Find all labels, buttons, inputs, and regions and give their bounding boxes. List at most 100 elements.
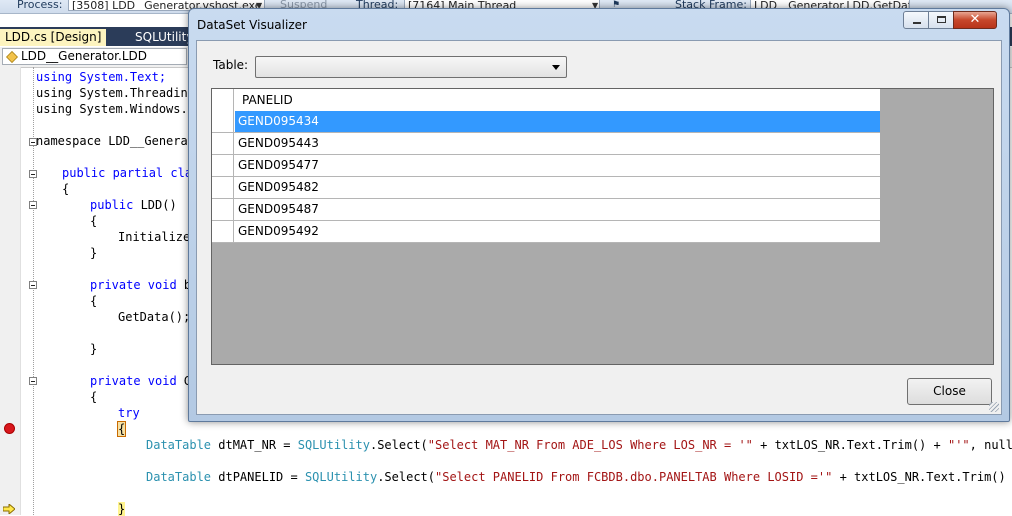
code-token: private void bbox=[90, 374, 177, 388]
code-line: } bbox=[90, 342, 97, 356]
code-line: namespace LDD__Generat bbox=[36, 134, 195, 148]
breakpoint-icon[interactable] bbox=[4, 423, 15, 434]
code-token: DataTable bbox=[146, 438, 212, 452]
code-line: DataTable dtMAT_NR = SQLUtility.Select("… bbox=[146, 438, 1012, 452]
class-icon bbox=[6, 51, 18, 63]
table-cell[interactable]: GEND095434 bbox=[235, 111, 880, 132]
code-token: } bbox=[118, 502, 126, 516]
table-select[interactable] bbox=[255, 56, 567, 78]
outline-guide bbox=[33, 67, 34, 515]
tab-ldd-design[interactable]: LDD.cs [Design] bbox=[0, 29, 107, 46]
code-token: { bbox=[90, 214, 98, 228]
resize-grip-icon[interactable] bbox=[989, 402, 999, 412]
table-cell[interactable]: GEND095492 bbox=[235, 221, 880, 242]
table-cell[interactable]: GEND095443 bbox=[235, 133, 880, 154]
grid-corner-cell[interactable] bbox=[212, 89, 234, 111]
code-line: try bbox=[118, 406, 140, 420]
row-header[interactable] bbox=[212, 177, 234, 198]
collapse-icon[interactable] bbox=[29, 201, 37, 209]
row-header[interactable] bbox=[212, 111, 234, 132]
table-row[interactable]: GEND095482 bbox=[212, 177, 880, 199]
table-row[interactable]: GEND095487 bbox=[212, 199, 880, 221]
code-line: private void G bbox=[90, 374, 191, 388]
code-line: DataTable dtPANELID = SQLUtility.Select(… bbox=[146, 470, 1012, 484]
grid-header-row: PANELID bbox=[212, 89, 880, 112]
code-line: { bbox=[90, 214, 97, 228]
code-token: GetData(); bbox=[118, 310, 191, 324]
code-line: using System.Windows.F bbox=[36, 102, 195, 116]
code-line: using System.Text; bbox=[36, 70, 166, 84]
column-header-panelid[interactable]: PANELID bbox=[235, 89, 880, 111]
code-token: LDD() bbox=[133, 198, 177, 212]
table-row[interactable]: GEND095443 bbox=[212, 133, 880, 155]
code-line: public partial cla bbox=[62, 166, 192, 180]
table-row[interactable]: GEND095477 bbox=[212, 155, 880, 177]
code-token: Initialize bbox=[118, 230, 191, 244]
close-icon: ✕ bbox=[969, 12, 981, 27]
code-token: dtPANELID = bbox=[211, 470, 305, 484]
row-header[interactable] bbox=[212, 199, 234, 220]
current-statement-arrow-icon bbox=[3, 504, 15, 514]
code-token: dtMAT_NR = bbox=[211, 438, 298, 452]
code-token: using System.Text; bbox=[36, 70, 167, 84]
code-line: public LDD() bbox=[90, 198, 177, 212]
minimize-button[interactable] bbox=[903, 11, 929, 29]
row-header[interactable] bbox=[212, 155, 234, 176]
dialog-client-area: Table: PANELID GEND095434 GEND095443 GEN… bbox=[196, 40, 1002, 415]
code-token: SQLUtility bbox=[304, 470, 378, 484]
breakpoint-margin[interactable] bbox=[0, 67, 21, 515]
code-token: { bbox=[62, 182, 70, 196]
row-header[interactable] bbox=[212, 133, 234, 154]
code-token: "Select MAT_NR From ADE_LOS Where LOS_NR… bbox=[427, 438, 753, 452]
code-token: + txtLOS_NR.Text.Trim() + bbox=[832, 470, 1012, 484]
code-token: public partial cla bbox=[62, 166, 193, 180]
class-combo-value: LDD__Generator.LDD bbox=[21, 49, 147, 63]
code-token: SQLUtility bbox=[297, 438, 370, 452]
close-button[interactable]: Close bbox=[907, 378, 992, 405]
code-token: { bbox=[90, 390, 98, 404]
code-line: GetData(); bbox=[118, 310, 190, 324]
table-cell[interactable]: GEND095487 bbox=[235, 199, 880, 220]
code-token: { bbox=[90, 294, 98, 308]
code-line: { bbox=[90, 390, 97, 404]
data-grid[interactable]: PANELID GEND095434 GEND095443 GEND095477… bbox=[211, 88, 994, 365]
code-token: "'" bbox=[947, 438, 970, 452]
table-row[interactable]: GEND095434 bbox=[212, 111, 880, 133]
code-token: .Select( bbox=[369, 438, 428, 452]
class-combo[interactable]: LDD__Generator.LDD bbox=[2, 48, 187, 65]
table-label: Table: bbox=[213, 58, 249, 72]
code-token: , null); bbox=[969, 438, 1012, 452]
code-token: using System.Threading bbox=[36, 86, 195, 100]
code-line: using System.Threading bbox=[36, 86, 195, 100]
minimize-icon bbox=[913, 22, 921, 24]
code-line: { bbox=[90, 294, 97, 308]
collapse-icon[interactable] bbox=[29, 377, 37, 385]
code-line: { bbox=[62, 182, 69, 196]
code-line: } bbox=[118, 502, 126, 516]
code-token: public bbox=[90, 198, 134, 212]
code-token: + txtLOS_NR.Text.Trim() + bbox=[752, 438, 948, 452]
code-token: } bbox=[90, 342, 98, 356]
maximize-icon bbox=[937, 16, 946, 23]
window-title: DataSet Visualizer bbox=[197, 18, 307, 32]
dataset-visualizer-window: DataSet Visualizer ✕ Table: PANELID GEND… bbox=[188, 8, 1010, 422]
row-header[interactable] bbox=[212, 221, 234, 242]
maximize-button[interactable] bbox=[928, 11, 954, 29]
code-token: .Select( bbox=[377, 470, 435, 484]
code-line: private void b bbox=[90, 278, 191, 292]
window-close-button[interactable]: ✕ bbox=[953, 11, 997, 29]
table-cell[interactable]: GEND095482 bbox=[235, 177, 880, 198]
code-token: using System.Windows.F bbox=[36, 102, 195, 116]
collapse-icon[interactable] bbox=[29, 281, 37, 289]
code-token: namespace LDD__Generat bbox=[36, 134, 195, 148]
table-row[interactable]: GEND095492 bbox=[212, 221, 880, 243]
table-cell[interactable]: GEND095477 bbox=[235, 155, 880, 176]
code-token: "Select PANELID From FCBDB.dbo.PANELTAB … bbox=[435, 470, 833, 484]
code-line: { bbox=[116, 421, 127, 437]
process-label: Process: bbox=[17, 0, 63, 11]
code-token: { bbox=[116, 421, 127, 437]
collapse-icon[interactable] bbox=[29, 170, 37, 178]
code-token: try bbox=[118, 406, 140, 420]
code-token: } bbox=[90, 246, 98, 260]
chevron-down-icon bbox=[552, 65, 560, 70]
